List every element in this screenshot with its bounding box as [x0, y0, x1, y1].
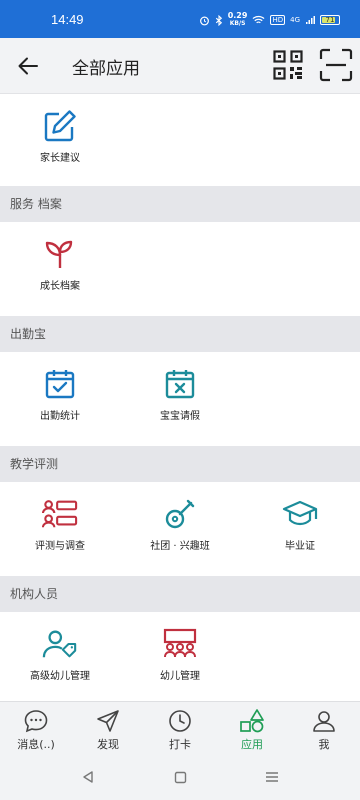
sprout-icon: [42, 236, 78, 272]
section-parent-suggestions: 家长建议: [0, 94, 360, 186]
app-growth-archive[interactable]: 成长档案: [0, 222, 120, 316]
app-label: 评测与调查: [35, 541, 85, 552]
calendar-x-icon: [162, 366, 198, 402]
tab-check-in[interactable]: 打卡: [144, 702, 216, 754]
chat-icon: [23, 708, 49, 734]
section-header-teaching-eval: 教学评测: [0, 446, 360, 482]
app-label: 出勤统计: [40, 411, 80, 422]
scan-icon: [319, 48, 353, 82]
bluetooth-icon: [215, 14, 222, 26]
tab-label: 打卡: [169, 738, 191, 751]
tab-label: 应用: [241, 738, 263, 751]
tab-label: 发现: [97, 738, 119, 751]
arrow-left-icon: [18, 57, 38, 75]
app-parent-suggestion[interactable]: 家长建议: [0, 94, 120, 186]
menu-icon: [266, 772, 278, 782]
tab-apps[interactable]: 应用: [216, 702, 288, 754]
tab-messages[interactable]: 消息(..): [0, 702, 72, 754]
app-label: 社团 · 兴趣班: [150, 541, 210, 552]
clock-icon: [167, 708, 193, 734]
calendar-check-icon: [42, 366, 78, 402]
section-attendance: 出勤统计 宝宝请假: [0, 352, 360, 446]
scan-button[interactable]: [319, 48, 353, 82]
square-icon: [174, 771, 186, 783]
status-icons: 0.29 KB/S HD 4G 71: [199, 12, 340, 28]
system-nav-bar: [0, 754, 360, 800]
net-speed: 0.29 KB/S: [227, 11, 248, 28]
app-label: 成长档案: [40, 281, 80, 292]
battery-icon: 71: [320, 15, 340, 25]
section-staff: 高级幼儿管理 幼儿管理: [0, 612, 360, 701]
nav-menu-button[interactable]: [262, 767, 282, 787]
user-icon: [311, 708, 337, 734]
shapes-icon: [239, 708, 265, 734]
wifi-icon: [252, 15, 265, 24]
alarm-icon: [199, 16, 209, 25]
navigation-icon: [95, 708, 121, 734]
section-header-service-archive: 服务 档案: [0, 186, 360, 222]
app-club-interest[interactable]: 社团 · 兴趣班: [120, 482, 240, 576]
tab-discover[interactable]: 发现: [72, 702, 144, 754]
signal-icon: [306, 16, 315, 24]
edit-icon: [42, 108, 78, 144]
bottom-tab-bar: 消息(..) 发现 打卡 应用 我: [0, 701, 360, 754]
status-time: 14:49: [51, 12, 84, 27]
app-label: 宝宝请假: [160, 411, 200, 422]
app-attendance-stats[interactable]: 出勤统计: [0, 352, 120, 446]
apps-content[interactable]: 家长建议 服务 档案 成长档案 出勤宝 出勤统计 宝宝请假 教学评测 评测与调查…: [0, 94, 360, 701]
hd-badge: HD: [270, 15, 286, 25]
section-header-attendance: 出勤宝: [0, 316, 360, 352]
app-eval-survey[interactable]: 评测与调查: [0, 482, 120, 576]
guitar-icon: [162, 496, 198, 532]
nav-home-button[interactable]: [170, 767, 190, 787]
users-list-icon: [42, 496, 78, 532]
qr-code-button[interactable]: [273, 50, 303, 80]
app-diploma[interactable]: 毕业证: [240, 482, 360, 576]
nav-back-button[interactable]: [78, 767, 98, 787]
signal-label: 4G: [290, 16, 300, 24]
section-header-staff: 机构人员: [0, 576, 360, 612]
tab-label: 消息(..): [17, 738, 55, 751]
triangle-left-icon: [83, 771, 93, 783]
section-service-archive: 成长档案: [0, 222, 360, 316]
app-bar: 全部应用: [0, 38, 360, 94]
app-baby-leave[interactable]: 宝宝请假: [120, 352, 240, 446]
app-label: 高级幼儿管理: [30, 671, 90, 682]
user-tag-icon: [42, 626, 78, 662]
app-child-management[interactable]: 幼儿管理: [120, 612, 240, 701]
app-label: 家长建议: [40, 153, 80, 164]
back-button[interactable]: [14, 52, 42, 80]
qr-code-icon: [273, 50, 303, 80]
graduation-cap-icon: [282, 496, 318, 532]
page-title: 全部应用: [72, 59, 140, 79]
tab-label: 我: [318, 738, 330, 751]
app-label: 毕业证: [285, 541, 315, 552]
app-label: 幼儿管理: [160, 671, 200, 682]
classroom-icon: [162, 626, 198, 662]
status-bar: 14:49 0.29 KB/S HD 4G 71: [0, 0, 360, 38]
section-teaching-eval: 评测与调查 社团 · 兴趣班 毕业证: [0, 482, 360, 576]
app-senior-child-management[interactable]: 高级幼儿管理: [0, 612, 120, 701]
tab-me[interactable]: 我: [288, 702, 360, 754]
